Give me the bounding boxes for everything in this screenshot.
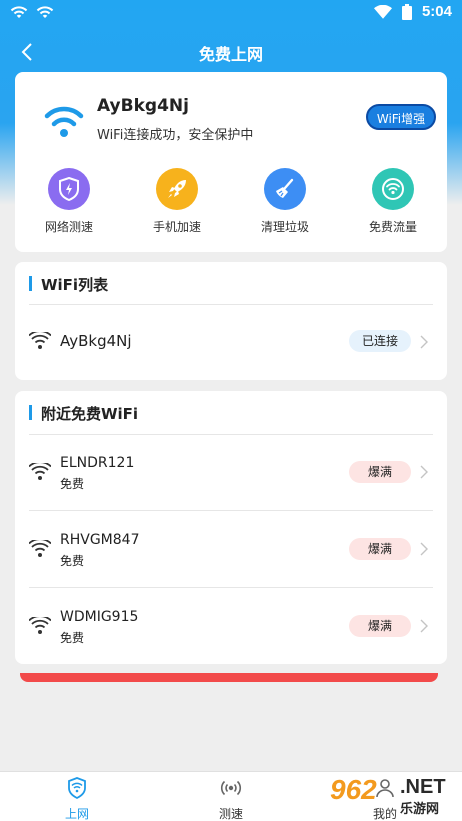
nav-bar: 免费上网 [0, 30, 462, 74]
section-title: 附近免费WiFi [29, 403, 138, 424]
tool-label: 免费流量 [368, 220, 417, 234]
wifi-status-icon [10, 6, 28, 18]
wifi-signal-icon [29, 540, 51, 557]
wifi-circle-icon [372, 168, 414, 210]
nearby-wifi-card: 附近免费WiFi ELNDR121 免费 爆满 RHVGM847 免费 爆满 W… [15, 391, 447, 664]
battery-icon [401, 3, 412, 20]
wifi-price: 免费 [60, 631, 85, 645]
wifi-name: AyBkg4Nj [60, 332, 132, 350]
wifi-status-icon-2 [36, 6, 54, 18]
divider [29, 304, 433, 305]
status-bar: 5:04 [0, 0, 462, 26]
signal-broadcast-icon [220, 780, 242, 796]
tab-label: 测速 [218, 807, 243, 821]
chevron-right-icon [420, 619, 428, 633]
current-ssid: AyBkg4Nj [97, 96, 189, 116]
tool-grid: 网络测速 手机加速 清理垃圾 免费流量 [15, 168, 447, 240]
nearby-wifi-row[interactable]: RHVGM847 免费 爆满 [15, 526, 447, 574]
wifi-name: RHVGM847 [60, 532, 140, 548]
wifi-list-card: WiFi列表 AyBkg4Nj 已连接 [15, 262, 447, 380]
divider [29, 587, 433, 588]
speed-shield-icon [48, 168, 90, 210]
wifi-signal-icon [29, 463, 51, 480]
chevron-right-icon [420, 465, 428, 479]
rocket-icon [156, 168, 198, 210]
divider [29, 510, 433, 511]
wifi-boost-button[interactable]: WiFi增强 [366, 104, 436, 130]
wifi-name: WDMIG915 [60, 609, 139, 625]
wifi-signal-icon [29, 332, 51, 349]
nearby-wifi-row[interactable]: WDMIG915 免费 爆满 [15, 603, 447, 651]
wifi-connected-icon [44, 106, 84, 137]
status-badge: 爆满 [349, 615, 411, 637]
wifi-price: 免费 [60, 477, 85, 491]
site-watermark: 962 .NET 乐游网 [330, 774, 458, 818]
status-badge: 已连接 [349, 330, 411, 352]
chevron-right-icon [420, 542, 428, 556]
tool-label: 清理垃圾 [260, 220, 309, 234]
connection-status-text: WiFi连接成功，安全保护中 [97, 128, 254, 143]
tool-clean-junk[interactable]: 清理垃圾 [245, 168, 325, 235]
status-badge: 爆满 [349, 538, 411, 560]
tool-label: 手机加速 [152, 220, 201, 234]
page-title: 免费上网 [198, 45, 263, 64]
section-title: WiFi列表 [29, 274, 108, 295]
tool-speed-test[interactable]: 网络测速 [29, 168, 109, 235]
broom-icon [264, 168, 306, 210]
tool-free-data[interactable]: 免费流量 [353, 168, 433, 235]
tool-label: 网络测速 [44, 220, 93, 234]
divider [29, 434, 433, 435]
wifi-signal-icon [373, 4, 392, 19]
tab-internet[interactable]: 上网 [32, 777, 122, 821]
chevron-right-icon [420, 335, 428, 349]
tool-phone-boost[interactable]: 手机加速 [137, 168, 217, 235]
nearby-wifi-row[interactable]: ELNDR121 免费 爆满 [15, 449, 447, 497]
wifi-list-row[interactable]: AyBkg4Nj 已连接 [15, 320, 447, 364]
connection-card: AyBkg4Nj WiFi连接成功，安全保护中 WiFi增强 网络测速 手机加速… [15, 72, 447, 252]
wifi-signal-icon [29, 617, 51, 634]
watermark-number: 962 [330, 774, 377, 805]
red-accent-bar [20, 673, 438, 682]
watermark-net: .NET [400, 776, 446, 798]
status-time: 5:04 [421, 3, 452, 20]
tab-speed-test[interactable]: 测速 [186, 777, 276, 821]
wifi-price: 免费 [60, 554, 85, 568]
status-badge: 爆满 [349, 461, 411, 483]
tab-label: 上网 [64, 807, 89, 821]
shield-wifi-icon [68, 777, 86, 800]
wifi-name: ELNDR121 [60, 455, 135, 471]
watermark-text: 乐游网 [400, 802, 440, 817]
